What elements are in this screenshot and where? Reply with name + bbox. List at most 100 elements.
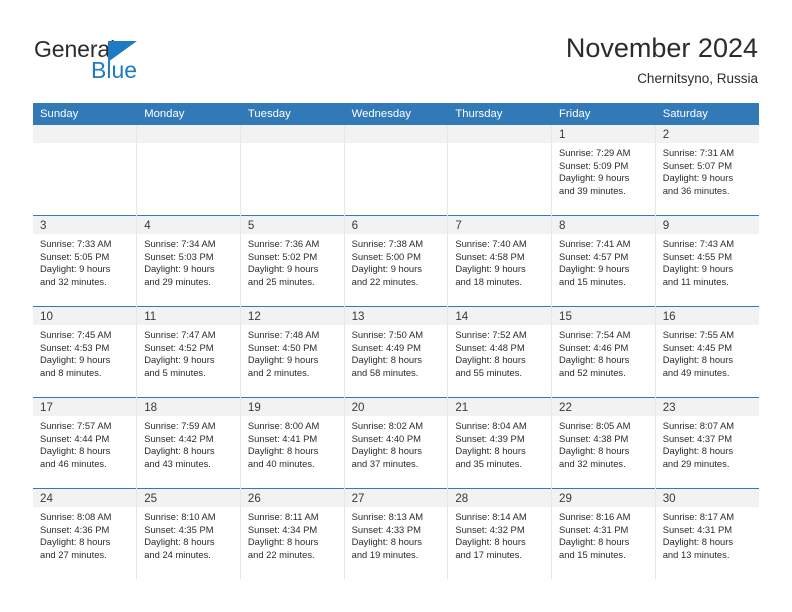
calendar-day-cell[interactable]: 24 Sunrise: 8:08 AM Sunset: 4:36 PM Dayligh… xyxy=(33,488,138,579)
calendar-day-cell[interactable]: 21 Sunrise: 8:04 AM Sunset: 4:39 PM Dayligh… xyxy=(447,397,553,489)
day-sunrise-line: Sunrise: 8:08 AM xyxy=(40,511,112,522)
calendar-day-cell[interactable]: 6 Sunrise: 7:38 AM Sunset: 5:00 PM Daylight… xyxy=(344,215,449,307)
day-sunset-line: Sunset: 4:57 PM xyxy=(559,250,629,262)
day-sunrise-line: Sunrise: 7:54 AM xyxy=(559,329,631,340)
calendar-day-cell[interactable]: 16 Sunrise: 7:55 AM Sunset: 4:45 PM Dayligh… xyxy=(655,306,759,398)
day-daylight-line: and 13 minutes. xyxy=(662,548,730,560)
day-sunrise-line: Sunrise: 7:34 AM xyxy=(144,238,216,249)
general-blue-logo[interactable]: General Blue xyxy=(34,36,234,88)
day-number: 6 xyxy=(344,216,448,234)
calendar-day-cell[interactable]: 9 Sunrise: 7:43 AM Sunset: 4:55 PM Daylight… xyxy=(655,215,759,307)
day-daylight-line: Daylight: 9 hours xyxy=(247,354,319,366)
day-number: 16 xyxy=(655,307,759,325)
page-header: General Blue November 2024 Chernitsyno, … xyxy=(0,0,792,100)
calendar-day-cell[interactable]: 28 Sunrise: 8:14 AM Sunset: 4:32 PM Dayligh… xyxy=(447,488,553,579)
calendar-day-cell[interactable]: 15 Sunrise: 7:54 AM Sunset: 4:46 PM Dayligh… xyxy=(551,306,656,398)
day-sunrise-line: Sunrise: 7:45 AM xyxy=(40,329,112,340)
day-number: 7 xyxy=(448,216,552,234)
day-details: Sunrise: 7:55 AM Sunset: 4:45 PM Daylight:… xyxy=(656,325,759,379)
day-daylight-line: Daylight: 8 hours xyxy=(455,536,526,548)
day-daylight-line: and 17 minutes. xyxy=(455,548,523,560)
day-daylight-line: Daylight: 8 hours xyxy=(247,445,319,457)
day-sunset-line: Sunset: 4:42 PM xyxy=(144,432,214,444)
day-number: 20 xyxy=(344,398,448,416)
day-daylight-line: Daylight: 9 hours xyxy=(559,263,630,275)
calendar-day-cell[interactable]: 23 Sunrise: 8:07 AM Sunset: 4:37 PM Dayligh… xyxy=(655,397,759,489)
day-sunset-line: Sunset: 4:37 PM xyxy=(662,432,733,444)
day-sunset-line: Sunset: 4:53 PM xyxy=(40,341,110,353)
calendar-body: 1 Sunrise: 7:29 AM Sunset: 5:09 PM Daylight… xyxy=(33,125,759,579)
day-details: Sunrise: 8:04 AM Sunset: 4:39 PM Daylight:… xyxy=(448,416,551,470)
day-sunset-line: Sunset: 5:07 PM xyxy=(662,159,733,171)
day-daylight-line: and 25 minutes. xyxy=(247,275,315,287)
calendar-day-cell[interactable]: 13 Sunrise: 7:50 AM Sunset: 4:49 PM Dayligh… xyxy=(344,306,449,398)
calendar-day-cell[interactable]: 1 Sunrise: 7:29 AM Sunset: 5:09 PM Daylight… xyxy=(551,125,656,216)
day-details: Sunrise: 8:11 AM Sunset: 4:34 PM Daylight:… xyxy=(241,507,344,561)
calendar-day-cell[interactable]: 12 Sunrise: 7:48 AM Sunset: 4:50 PM Dayligh… xyxy=(240,306,345,398)
day-sunrise-line: Sunrise: 8:00 AM xyxy=(247,420,320,431)
day-daylight-line: Daylight: 9 hours xyxy=(559,172,630,184)
calendar-day-cell[interactable]: 7 Sunrise: 7:40 AM Sunset: 4:58 PM Daylight… xyxy=(447,215,553,307)
calendar-day-cell[interactable]: 29 Sunrise: 8:16 AM Sunset: 4:31 PM Dayligh… xyxy=(551,488,656,579)
calendar-day-cell[interactable]: 25 Sunrise: 8:10 AM Sunset: 4:35 PM Dayligh… xyxy=(136,488,241,579)
page-subtitle: Chernitsyno, Russia xyxy=(637,71,758,86)
day-number xyxy=(33,125,137,143)
calendar-day-cell[interactable]: 10 Sunrise: 7:45 AM Sunset: 4:53 PM Dayligh… xyxy=(33,306,138,398)
day-number: 10 xyxy=(33,307,137,325)
calendar-day-cell[interactable]: 19 Sunrise: 8:00 AM Sunset: 4:41 PM Dayligh… xyxy=(240,397,345,489)
day-sunrise-line: Sunrise: 7:48 AM xyxy=(247,329,320,340)
day-sunset-line: Sunset: 4:35 PM xyxy=(144,523,214,535)
calendar-day-cell[interactable]: 17 Sunrise: 7:57 AM Sunset: 4:44 PM Dayligh… xyxy=(33,397,138,489)
calendar-week-row: 24 Sunrise: 8:08 AM Sunset: 4:36 PM Dayligh… xyxy=(33,488,759,579)
calendar-day-cell[interactable]: 3 Sunrise: 7:33 AM Sunset: 5:05 PM Daylight… xyxy=(33,215,138,307)
day-number xyxy=(344,125,448,143)
calendar-cell-empty xyxy=(136,125,241,216)
calendar-day-cell[interactable]: 2 Sunrise: 7:31 AM Sunset: 5:07 PM Daylight… xyxy=(655,125,759,216)
day-details: Sunrise: 7:40 AM Sunset: 4:58 PM Daylight:… xyxy=(448,234,551,288)
day-sunrise-line: Sunrise: 7:40 AM xyxy=(455,238,527,249)
day-sunset-line: Sunset: 4:58 PM xyxy=(455,250,525,262)
day-sunrise-line: Sunrise: 8:10 AM xyxy=(144,511,216,522)
day-daylight-line: Daylight: 8 hours xyxy=(144,536,215,548)
calendar-day-cell[interactable]: 11 Sunrise: 7:47 AM Sunset: 4:52 PM Dayligh… xyxy=(136,306,241,398)
calendar-day-cell[interactable]: 18 Sunrise: 7:59 AM Sunset: 4:42 PM Dayligh… xyxy=(136,397,241,489)
calendar-cell-empty xyxy=(447,125,553,216)
day-number: 28 xyxy=(448,489,552,507)
calendar-day-cell[interactable]: 8 Sunrise: 7:41 AM Sunset: 4:57 PM Daylight… xyxy=(551,215,656,307)
calendar-day-cell[interactable]: 22 Sunrise: 8:05 AM Sunset: 4:38 PM Dayligh… xyxy=(551,397,656,489)
calendar-day-cell[interactable]: 27 Sunrise: 8:13 AM Sunset: 4:33 PM Dayligh… xyxy=(344,488,449,579)
day-number: 18 xyxy=(137,398,240,416)
day-daylight-line: and 32 minutes. xyxy=(559,457,626,469)
day-daylight-line: Daylight: 8 hours xyxy=(662,536,734,548)
day-daylight-line: and 36 minutes. xyxy=(662,184,730,196)
day-details: Sunrise: 7:59 AM Sunset: 4:42 PM Daylight:… xyxy=(137,416,240,470)
calendar-day-cell[interactable]: 30 Sunrise: 8:17 AM Sunset: 4:31 PM Dayligh… xyxy=(655,488,759,579)
day-sunrise-line: Sunrise: 8:05 AM xyxy=(559,420,631,431)
day-number: 22 xyxy=(552,398,655,416)
day-details: Sunrise: 8:07 AM Sunset: 4:37 PM Daylight:… xyxy=(656,416,759,470)
day-daylight-line: Daylight: 8 hours xyxy=(662,354,734,366)
day-number: 8 xyxy=(552,216,655,234)
calendar-day-cell[interactable]: 4 Sunrise: 7:34 AM Sunset: 5:03 PM Daylight… xyxy=(136,215,241,307)
day-number: 4 xyxy=(137,216,240,234)
day-number: 3 xyxy=(33,216,137,234)
day-daylight-line: and 15 minutes. xyxy=(559,275,626,287)
calendar-day-cell[interactable]: 14 Sunrise: 7:52 AM Sunset: 4:48 PM Dayligh… xyxy=(447,306,553,398)
calendar-day-cell[interactable]: 5 Sunrise: 7:36 AM Sunset: 5:02 PM Daylight… xyxy=(240,215,345,307)
day-daylight-line: Daylight: 8 hours xyxy=(455,445,526,457)
title-block: November 2024 Chernitsyno, Russia xyxy=(566,32,758,87)
day-sunset-line: Sunset: 5:02 PM xyxy=(247,250,318,262)
day-sunset-line: Sunset: 5:09 PM xyxy=(559,159,629,171)
day-sunrise-line: Sunrise: 7:33 AM xyxy=(40,238,112,249)
calendar-day-cell[interactable]: 20 Sunrise: 8:02 AM Sunset: 4:40 PM Dayligh… xyxy=(344,397,449,489)
day-sunrise-line: Sunrise: 7:41 AM xyxy=(559,238,631,249)
day-sunrise-line: Sunrise: 7:55 AM xyxy=(662,329,735,340)
day-sunrise-line: Sunrise: 8:13 AM xyxy=(351,511,424,522)
day-daylight-line: and 15 minutes. xyxy=(559,548,626,560)
day-sunrise-line: Sunrise: 7:38 AM xyxy=(351,238,424,249)
day-details: Sunrise: 7:34 AM Sunset: 5:03 PM Daylight:… xyxy=(137,234,240,288)
day-daylight-line: and 37 minutes. xyxy=(351,457,419,469)
day-number xyxy=(240,125,344,143)
day-daylight-line: and 11 minutes. xyxy=(662,275,729,287)
calendar-day-cell[interactable]: 26 Sunrise: 8:11 AM Sunset: 4:34 PM Dayligh… xyxy=(240,488,345,579)
